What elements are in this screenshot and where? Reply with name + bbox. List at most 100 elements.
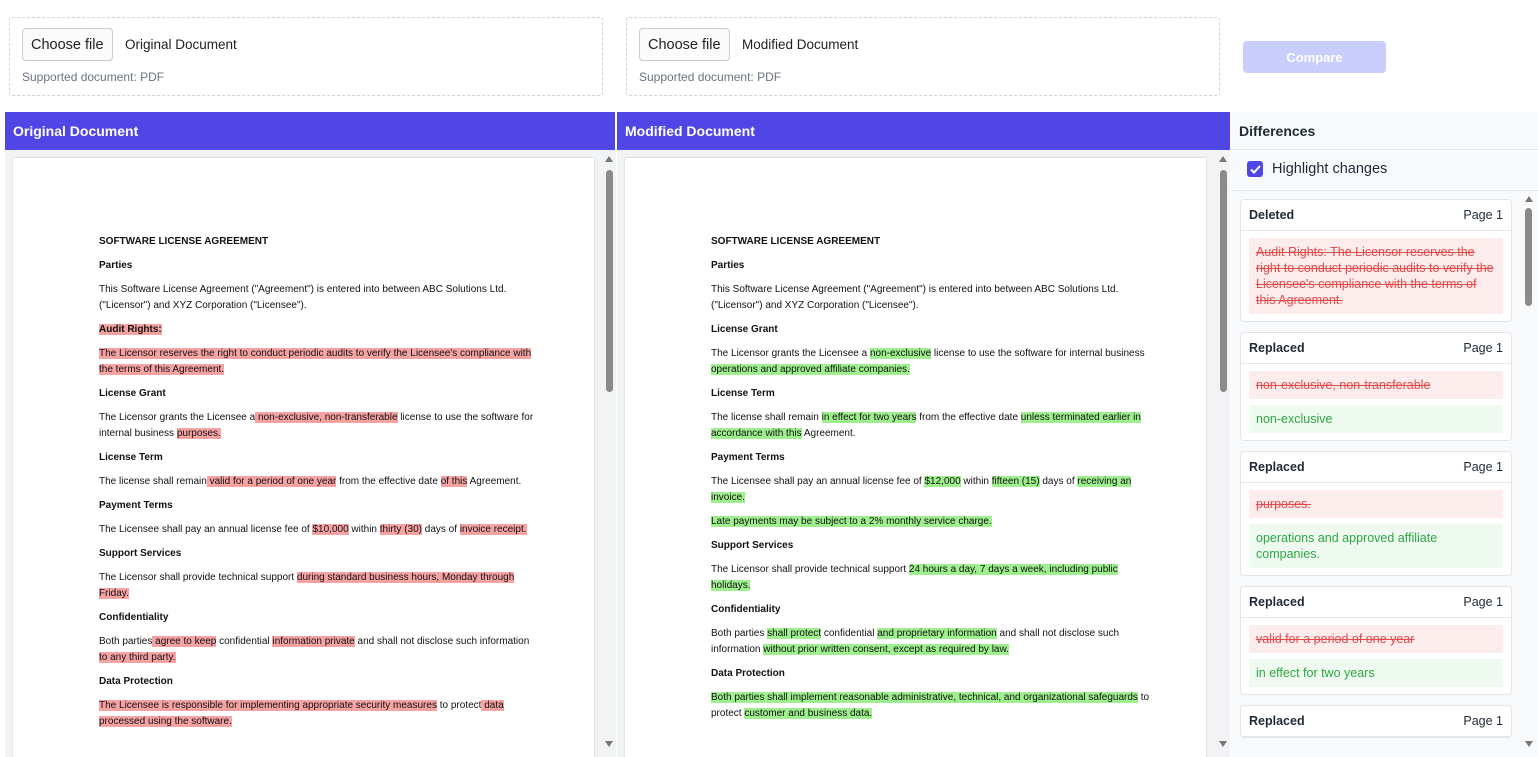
inserted-highlight: fifteen (15) — [991, 476, 1040, 487]
deleted-highlight: $10,000 — [312, 524, 349, 535]
paragraph: Late payments may be subject to a 2% mon… — [711, 514, 1151, 530]
new-text: in effect for two years — [1249, 659, 1503, 687]
inserted-highlight: customer and business data. — [744, 708, 873, 719]
difference-card[interactable]: Replaced Page 1 valid for a period of one… — [1240, 586, 1512, 695]
inserted-highlight: non-exclusive — [869, 348, 932, 359]
compare-button[interactable]: Compare — [1243, 41, 1386, 73]
scroll-up-icon[interactable] — [605, 156, 613, 162]
original-page-content: SOFTWARE LICENSE AGREEMENT Parties This … — [99, 234, 539, 738]
paragraph: The Licensor shall provide technical sup… — [711, 564, 1118, 591]
change-page: Page 1 — [1463, 714, 1503, 728]
doc-title: SOFTWARE LICENSE AGREEMENT — [99, 236, 269, 247]
modified-document-viewer[interactable]: SOFTWARE LICENSE AGREEMENT Parties This … — [617, 150, 1230, 757]
paragraph: Both parties shall protect confidential … — [711, 628, 1120, 655]
difference-card[interactable]: Deleted Page 1 Audit Rights: The Licensor… — [1240, 199, 1512, 322]
scroll-thumb[interactable] — [1525, 208, 1532, 306]
divider — [1231, 190, 1538, 191]
section-heading: Confidentiality — [99, 612, 169, 623]
deleted-highlight: purposes. — [176, 428, 221, 439]
differences-list: Deleted Page 1 Audit Rights: The Licensor… — [1240, 199, 1512, 748]
inserted-highlight: in effect for two years — [821, 412, 917, 423]
section-heading: Support Services — [99, 548, 182, 559]
change-type: Replaced — [1249, 595, 1305, 609]
modified-scrollbar[interactable] — [1216, 150, 1230, 757]
difference-card[interactable]: Replaced Page 1 — [1240, 705, 1512, 738]
section-heading: License Grant — [99, 388, 166, 399]
deleted-highlight: information private — [272, 636, 355, 647]
scroll-down-icon[interactable] — [1525, 741, 1533, 747]
scroll-thumb[interactable] — [606, 170, 613, 392]
scroll-up-icon[interactable] — [1219, 156, 1227, 162]
change-type: Replaced — [1249, 460, 1305, 474]
section-heading: License Grant — [711, 324, 778, 335]
paragraph: The Licensor grants the Licensee a non-e… — [711, 348, 1145, 375]
deleted-highlight: agree to keep — [152, 636, 217, 647]
inserted-highlight: and proprietary information — [877, 628, 997, 639]
paragraph: The Licensee is responsible for implemen… — [99, 700, 504, 727]
deleted-highlight: to any third party. — [99, 652, 176, 663]
highlight-changes-label: Highlight changes — [1272, 161, 1388, 177]
original-scrollbar[interactable] — [602, 150, 616, 757]
old-text: valid for a period of one year — [1249, 625, 1503, 653]
modified-upload-box: Choose file Modified Document Supported … — [626, 17, 1220, 96]
deleted-highlight: invoice receipt. — [459, 524, 527, 535]
section-heading: License Term — [711, 388, 775, 399]
inserted-highlight: without prior written consent, except as… — [763, 644, 1009, 655]
change-type: Deleted — [1249, 208, 1295, 222]
deleted-highlight: The Licensee is responsible for implemen… — [99, 700, 437, 711]
section-heading: License Term — [99, 452, 163, 463]
paragraph: This Software License Agreement ("Agreem… — [99, 284, 507, 311]
highlight-changes-toggle[interactable]: Highlight changes — [1247, 161, 1387, 177]
scroll-up-icon[interactable] — [1525, 196, 1533, 202]
old-text: Audit Rights: The Licensor reserves the … — [1249, 238, 1503, 314]
section-heading: Parties — [99, 260, 133, 271]
doc-title: SOFTWARE LICENSE AGREEMENT — [711, 236, 881, 247]
deleted-highlight: Audit Rights: — [99, 324, 162, 335]
deleted-highlight: thirty (30) — [379, 524, 422, 535]
original-file-name: Original Document — [125, 37, 237, 52]
deleted-highlight: of this — [440, 476, 468, 487]
paragraph: Both parties shall implement reasonable … — [711, 692, 1150, 719]
original-document-viewer[interactable]: SOFTWARE LICENSE AGREEMENT Parties This … — [5, 150, 616, 757]
scroll-down-icon[interactable] — [1219, 741, 1227, 747]
inserted-highlight: Both parties shall implement reasonable … — [711, 692, 1138, 703]
section-heading: Confidentiality — [711, 604, 781, 615]
modified-choose-file-button[interactable]: Choose file — [639, 28, 730, 61]
scroll-thumb[interactable] — [1220, 170, 1227, 392]
inserted-highlight: Late payments may be subject to a 2% mon… — [711, 516, 992, 527]
paragraph: The Licensee shall pay an annual license… — [711, 476, 1132, 503]
new-text: non-exclusive — [1249, 405, 1503, 433]
section-heading: Data Protection — [99, 676, 173, 687]
deleted-highlight: non-exclusive, non-transferable — [255, 412, 398, 423]
old-text: non-exclusive, non-transferable — [1249, 371, 1503, 399]
modified-page: SOFTWARE LICENSE AGREEMENT Parties This … — [625, 158, 1206, 757]
inserted-highlight: operations and approved affiliate compan… — [711, 364, 910, 375]
original-choose-file-button[interactable]: Choose file — [22, 28, 113, 61]
paragraph: The Licensor shall provide technical sup… — [99, 572, 515, 599]
modified-page-content: SOFTWARE LICENSE AGREEMENT Parties This … — [711, 234, 1151, 730]
change-page: Page 1 — [1463, 595, 1503, 609]
differences-panel: Highlight changes Deleted Page 1 Audit Ri… — [1231, 150, 1538, 757]
paragraph: The Licensee shall pay an annual license… — [99, 524, 527, 535]
section-heading: Payment Terms — [711, 452, 785, 463]
original-panel-title: Original Document — [5, 112, 615, 150]
paragraph: This Software License Agreement ("Agreem… — [711, 284, 1119, 311]
difference-card[interactable]: Replaced Page 1 non-exclusive, non-transf… — [1240, 332, 1512, 441]
checkbox-checked-icon[interactable] — [1247, 161, 1263, 177]
deleted-highlight: valid for a period of one year — [206, 476, 337, 487]
scroll-down-icon[interactable] — [605, 741, 613, 747]
change-type: Replaced — [1249, 714, 1305, 728]
section-heading: Data Protection — [711, 668, 785, 679]
new-text: operations and approved affiliate compan… — [1249, 524, 1503, 568]
paragraph: The Licensor reserves the right to condu… — [99, 346, 539, 378]
original-page: SOFTWARE LICENSE AGREEMENT Parties This … — [13, 158, 594, 757]
differences-scrollbar[interactable] — [1522, 190, 1536, 757]
original-upload-box: Choose file Original Document Supported … — [9, 17, 603, 96]
section-heading: Parties — [711, 260, 745, 271]
difference-card[interactable]: Replaced Page 1 purposes. operations and … — [1240, 451, 1512, 576]
modified-file-name: Modified Document — [742, 37, 859, 52]
modified-panel-title: Modified Document — [617, 112, 1230, 150]
modified-supported-note: Supported document: PDF — [639, 70, 782, 84]
original-supported-note: Supported document: PDF — [22, 70, 165, 84]
inserted-highlight: $12,000 — [924, 476, 961, 487]
